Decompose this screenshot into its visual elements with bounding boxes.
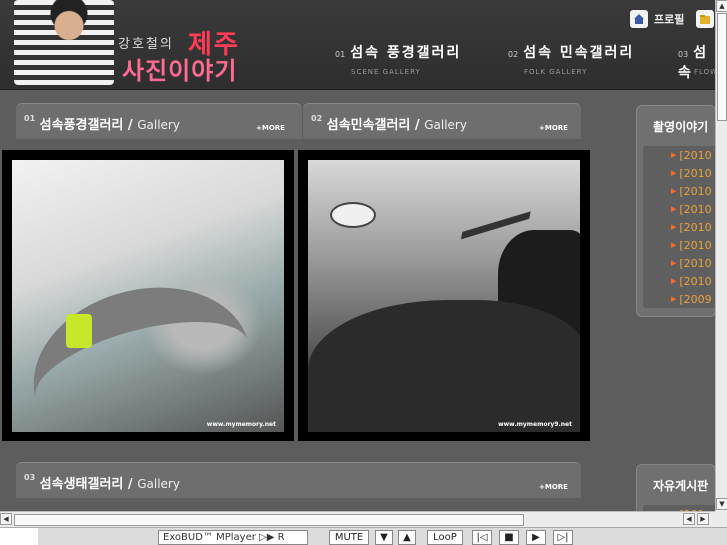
horizontal-scroll-thumb[interactable]: [14, 514, 524, 526]
volume-up-button[interactable]: ▲: [398, 530, 416, 545]
photo-watermark: www.mymemory.net: [206, 421, 276, 428]
road-shape: [15, 264, 269, 432]
snowy-road-photo[interactable]: www.mymemory.net: [12, 160, 284, 432]
yellow-car: [66, 314, 92, 348]
home-icon[interactable]: [630, 10, 648, 28]
diver-sea-photo[interactable]: www.mymemory9.net: [308, 160, 580, 432]
panel-eco-title: 03 섬속생태갤러리 / Gallery: [24, 473, 180, 492]
more-link-folk[interactable]: +MORE: [539, 124, 568, 132]
loop-button[interactable]: LooP: [427, 530, 463, 545]
list-item[interactable]: ▶ [2010: [643, 272, 717, 290]
vertical-scrollbar[interactable]: ▲ ▼: [715, 0, 727, 511]
photo-frame-scene: www.mymemory.net: [2, 150, 294, 441]
top-links: 프로필: [630, 10, 715, 28]
scroll-right-icon[interactable]: ▶: [697, 513, 709, 525]
horizontal-scrollbar[interactable]: ◀ ◀ ▶: [0, 511, 715, 527]
panel-scene-title: 01 섬속풍경갤러리 / Gallery: [24, 114, 180, 133]
panel-folk-title: 02 섬속민속갤러리 / Gallery: [311, 114, 467, 133]
story-box: 촬영이야기 ▶ [2010 ▶ [2010 ▶ [2010 ▶ [2010 ▶ [2010…: [636, 105, 717, 317]
logo-photographer-image[interactable]: [14, 0, 114, 85]
player-title: ExoBUD™ MPlayer ▷▶ R: [158, 530, 308, 545]
play-button[interactable]: ▶: [526, 530, 546, 545]
photo-watermark: www.mymemory9.net: [498, 421, 572, 428]
scroll-left-icon[interactable]: ◀: [683, 513, 695, 525]
nav-folk-gallery[interactable]: 02 섬속 민속갤러리 FOLK GALLERY: [508, 42, 634, 76]
volume-down-button[interactable]: ▼: [375, 530, 393, 545]
folder-icon[interactable]: [696, 10, 715, 28]
scroll-up-icon[interactable]: ▲: [716, 0, 727, 12]
vertical-scroll-thumb[interactable]: [717, 13, 727, 121]
nav-third-gallery[interactable]: 03 섬속 FLOW: [678, 42, 717, 82]
site-header: 강호철의 제주 사진이야기 프로필 01 섬속 풍경갤러리 SCENE GALL…: [0, 0, 717, 90]
list-item[interactable]: ▶ [2010: [643, 218, 717, 236]
more-link-scene[interactable]: +MORE: [256, 124, 285, 132]
board-title[interactable]: 자유게시판: [637, 465, 715, 494]
list-item[interactable]: ▶ [2010: [643, 236, 717, 254]
rock-foreground: [308, 300, 580, 432]
scroll-corner: [715, 511, 727, 527]
more-link-eco[interactable]: +MORE: [539, 483, 568, 491]
mute-button[interactable]: MUTE: [329, 530, 369, 545]
buoy-shape: [330, 202, 376, 228]
next-button[interactable]: ▷|: [553, 530, 573, 545]
list-item[interactable]: ▶ [2010: [643, 164, 717, 182]
list-item[interactable]: ▶ [2010: [643, 182, 717, 200]
photo-frame-folk: www.mymemory9.net: [298, 150, 590, 441]
list-item[interactable]: ▶ [2010: [643, 200, 717, 218]
profile-link[interactable]: 프로필: [654, 11, 684, 27]
media-player-bar: ExoBUD™ MPlayer ▷▶ R MUTE ▼ ▲ LooP |◁ ■ …: [0, 527, 727, 545]
list-item[interactable]: ▶ [2010: [643, 146, 717, 164]
list-item[interactable]: ▶ [2009: [643, 290, 717, 308]
story-list: ▶ [2010 ▶ [2010 ▶ [2010 ▶ [2010 ▶ [2010 ▶ [201…: [643, 146, 717, 308]
nav-scene-gallery[interactable]: 01 섬속 풍경갤러리 SCENE GALLERY: [335, 42, 461, 76]
stop-button[interactable]: ■: [499, 530, 519, 545]
story-title[interactable]: 촬영이야기: [637, 106, 715, 135]
prev-button[interactable]: |◁: [472, 530, 492, 545]
list-item[interactable]: ▶ [2010: [643, 254, 717, 272]
panel-folk-header: 02 섬속민속갤러리 / Gallery +MORE: [303, 103, 581, 139]
logo-title-story[interactable]: 사진이야기: [122, 51, 237, 86]
scroll-down-icon[interactable]: ▼: [716, 498, 727, 510]
logo-author: 강호철의: [118, 37, 174, 52]
panel-eco-header: 03 섬속생태갤러리 / Gallery +MORE: [16, 462, 581, 498]
panel-scene-header: 01 섬속풍경갤러리 / Gallery +MORE: [16, 103, 302, 139]
scroll-left-icon[interactable]: ◀: [0, 513, 12, 525]
